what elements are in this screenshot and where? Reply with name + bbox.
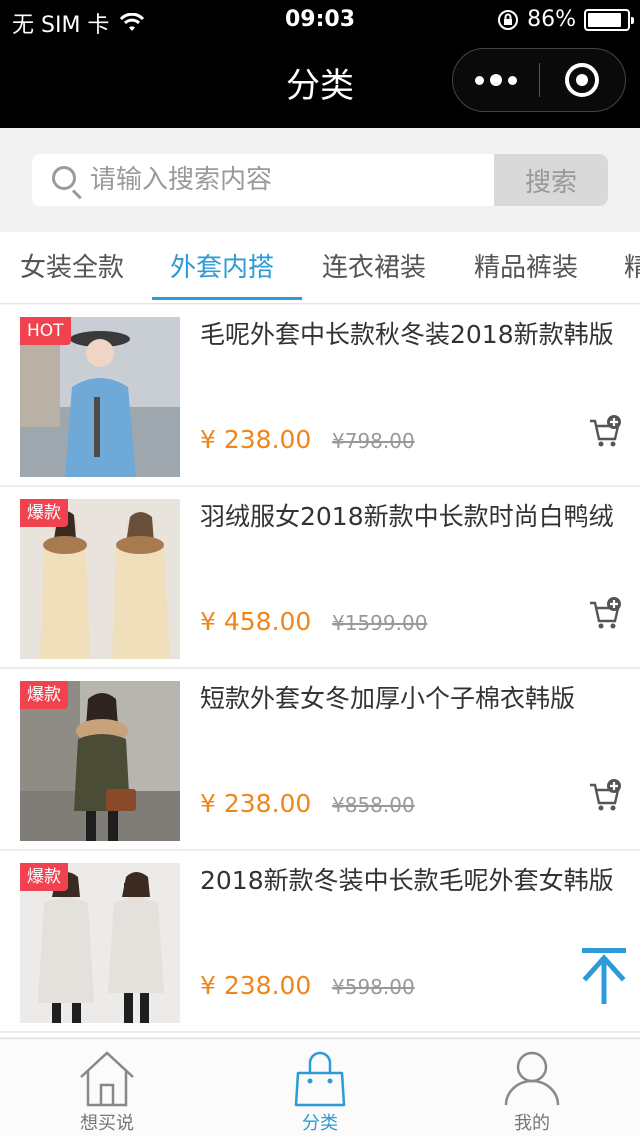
navigation-bar: 分类 bbox=[0, 40, 640, 128]
more-options-button[interactable] bbox=[453, 49, 539, 111]
hot-badge: HOT bbox=[20, 317, 71, 345]
product-price: ¥ 458.00 bbox=[200, 607, 312, 636]
shopping-bag-icon bbox=[294, 1051, 346, 1107]
tabbar-label: 分类 bbox=[302, 1113, 338, 1134]
add-to-cart-icon[interactable] bbox=[588, 779, 622, 813]
product-title: 2018新款冬装中长款毛呢外套女韩版 bbox=[200, 866, 614, 895]
tabbar-profile[interactable]: 我的 bbox=[452, 1039, 612, 1136]
battery-icon bbox=[584, 8, 634, 31]
tabbar-label: 我的 bbox=[514, 1113, 550, 1134]
search-icon bbox=[52, 166, 76, 190]
original-price: ¥798.00 bbox=[332, 429, 415, 453]
active-tab-indicator bbox=[152, 297, 302, 300]
status-bar: 无 SIM 卡 09:03 86% bbox=[0, 0, 640, 40]
tab-outerwear[interactable]: 外套内搭 bbox=[170, 232, 274, 303]
more-dot-icon bbox=[508, 75, 517, 85]
bestseller-badge: 爆款 bbox=[20, 863, 68, 891]
back-to-top-icon[interactable] bbox=[580, 946, 628, 1006]
bottom-tab-bar: 想买说 分类 我的 bbox=[0, 1038, 640, 1136]
tab-more[interactable]: 精 bbox=[624, 232, 640, 303]
tabbar-label: 想买说 bbox=[80, 1113, 134, 1134]
product-item[interactable]: HOT 毛呢外套中长款秋冬装2018新款韩版 ¥ 238.00 ¥798.00 bbox=[0, 305, 640, 487]
capsule-divider bbox=[539, 63, 540, 97]
status-right: 86% bbox=[497, 7, 634, 32]
orientation-lock-icon bbox=[498, 9, 519, 30]
add-to-cart-icon[interactable] bbox=[588, 415, 622, 449]
product-item[interactable]: 爆款 2018新款冬装中长款毛呢外套女韩版 ¥ 238.00 ¥598.00 bbox=[0, 851, 640, 1033]
original-price: ¥1599.00 bbox=[332, 611, 428, 635]
search-input[interactable] bbox=[90, 154, 490, 206]
house-icon bbox=[80, 1051, 134, 1107]
close-mini-program-button[interactable] bbox=[565, 63, 599, 97]
search-button[interactable]: 搜索 bbox=[494, 154, 608, 206]
product-item[interactable]: 爆款 短款外套女冬加厚小个子棉衣韩版 ¥ 238.00 ¥858.00 bbox=[0, 669, 640, 851]
bestseller-badge: 爆款 bbox=[20, 499, 68, 527]
search-area: 搜索 bbox=[0, 128, 640, 232]
search-box: 搜索 bbox=[32, 154, 608, 206]
tab-women-all[interactable]: 女装全款 bbox=[20, 232, 124, 303]
category-tabs: 女装全款 外套内搭 连衣裙装 精品裤装 精 bbox=[0, 232, 640, 304]
product-title: 短款外套女冬加厚小个子棉衣韩版 bbox=[200, 684, 576, 713]
user-icon bbox=[504, 1051, 560, 1106]
add-to-cart-icon[interactable] bbox=[588, 597, 622, 631]
product-image: 爆款 bbox=[20, 681, 180, 841]
battery-level bbox=[588, 12, 621, 27]
original-price: ¥598.00 bbox=[332, 975, 415, 999]
mini-program-capsule bbox=[452, 48, 626, 112]
product-price: ¥ 238.00 bbox=[200, 971, 312, 1000]
product-image: 爆款 bbox=[20, 499, 180, 659]
product-price: ¥ 238.00 bbox=[200, 789, 312, 818]
product-price: ¥ 238.00 bbox=[200, 425, 312, 454]
product-image: 爆款 bbox=[20, 863, 180, 1023]
tabbar-category[interactable]: 分类 bbox=[240, 1039, 400, 1136]
more-dot-icon bbox=[475, 75, 484, 85]
tab-dresses[interactable]: 连衣裙装 bbox=[322, 232, 426, 303]
tab-pants[interactable]: 精品裤装 bbox=[474, 232, 578, 303]
product-image: HOT bbox=[20, 317, 180, 477]
product-item[interactable]: 爆款 羽绒服女2018新款中长款时尚白鸭绒 ¥ 458.00 ¥1599.00 bbox=[0, 487, 640, 669]
product-title: 毛呢外套中长款秋冬装2018新款韩版 bbox=[200, 320, 614, 349]
original-price: ¥858.00 bbox=[332, 793, 415, 817]
battery-percent: 86% bbox=[527, 7, 576, 32]
more-dot-icon bbox=[490, 74, 502, 86]
tabbar-home[interactable]: 想买说 bbox=[27, 1039, 187, 1136]
bestseller-badge: 爆款 bbox=[20, 681, 68, 709]
product-title: 羽绒服女2018新款中长款时尚白鸭绒 bbox=[200, 502, 614, 531]
product-list: HOT 毛呢外套中长款秋冬装2018新款韩版 ¥ 238.00 ¥798.00 bbox=[0, 305, 640, 1037]
